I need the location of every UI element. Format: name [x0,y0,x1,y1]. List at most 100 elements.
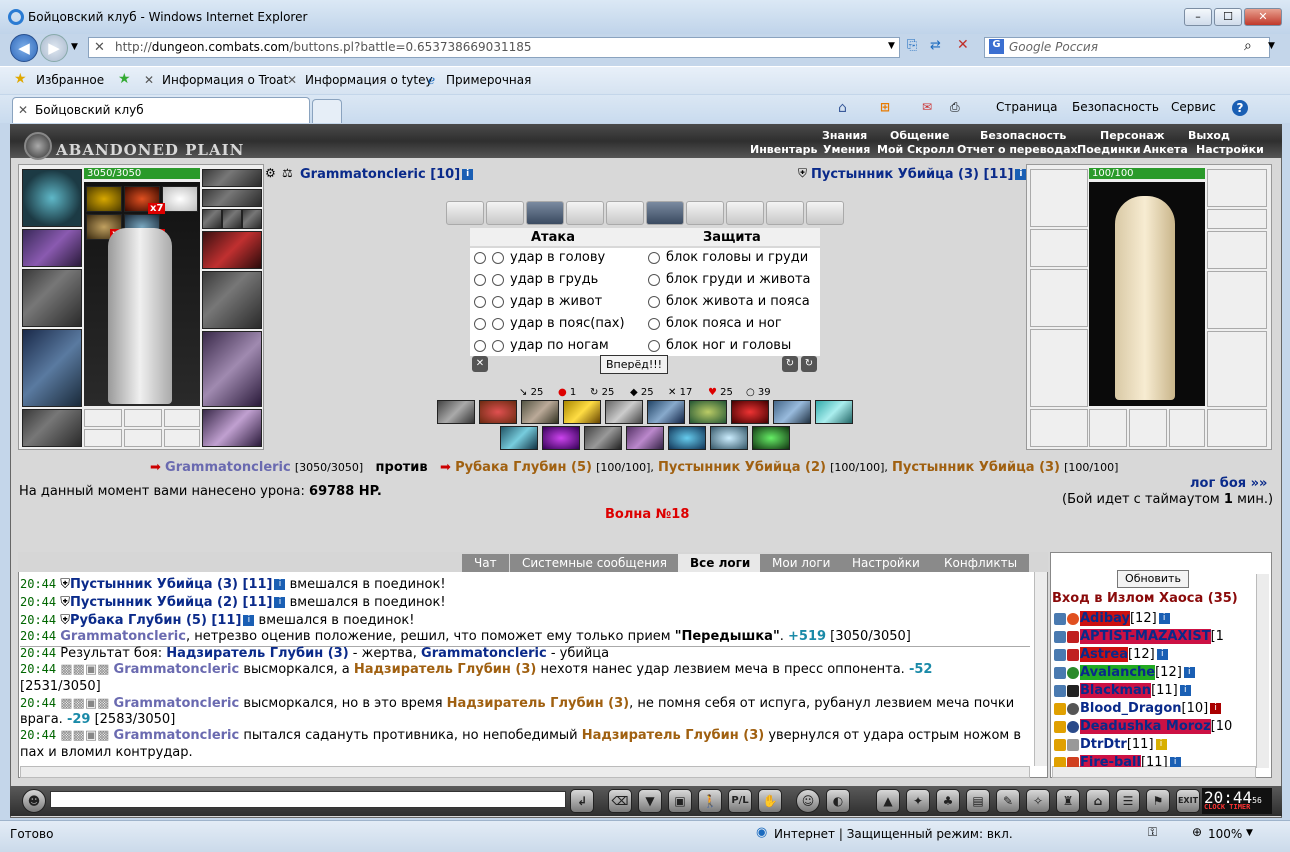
menu-profile[interactable]: Анкета [1143,143,1188,156]
ring-slot-2[interactable] [222,209,242,229]
defense-radio[interactable] [648,273,660,286]
menu-settings[interactable]: Настройки [1196,143,1264,156]
bag-icon[interactable]: ♣ [936,789,960,813]
info-icon[interactable]: i [274,579,286,590]
maximize-button[interactable]: ☐ [1214,8,1242,26]
history-dropdown-icon[interactable]: ▼ [71,42,78,52]
attack-legs-radio[interactable] [474,339,486,352]
battle-log-link[interactable]: лог боя »» [1190,476,1267,491]
gloves-slot[interactable] [202,231,262,269]
send-icon[interactable]: ↲ [570,789,594,813]
defense-head-chest-option[interactable]: блок головы и груди [648,250,808,265]
skill-icon[interactable] [500,426,538,450]
info-icon[interactable]: i [1210,703,1222,714]
skill-heart-icon[interactable] [479,400,517,424]
favorites-button[interactable]: Избранное [36,73,104,87]
log-vertical-scrollbar[interactable] [1034,572,1047,766]
user-row[interactable]: Fire-ball[11] i [1054,755,1181,767]
pet-slot[interactable] [162,186,198,212]
spell-scroll-slot-active[interactable] [526,201,564,225]
info-icon[interactable]: i [1179,685,1191,696]
spell-scroll-slot[interactable] [686,201,724,225]
zoom-icon[interactable]: ⊕ [1192,825,1202,839]
skill-icon[interactable] [437,400,475,424]
user-row[interactable]: Adibay[12] i [1054,611,1170,626]
stop-icon[interactable]: ✕ [957,37,969,53]
attack-chest-radio[interactable] [474,273,486,286]
walk-icon[interactable]: 🚶 [698,789,722,813]
refresh-button[interactable]: Обновить [1117,570,1189,588]
spell-scroll-slot-active[interactable] [646,201,684,225]
attack-waist-radio-2[interactable] [492,317,504,330]
empty-slot[interactable] [84,409,122,427]
filter-icon[interactable]: ▼ [638,789,662,813]
magic-icon[interactable]: ✦ [906,789,930,813]
player-name-link[interactable]: Grammatoncleric [10] i [300,167,474,182]
bracers-slot[interactable] [22,229,82,267]
attack-waist-option[interactable]: удар в пояс(пах) [474,316,625,331]
info-icon[interactable]: i [1156,649,1168,660]
menu-inventory[interactable]: Инвентарь [750,143,817,156]
menu-transfers[interactable]: Отчет о переводах [957,143,1078,156]
defense-belly-waist-option[interactable]: блок живота и пояса [648,294,810,309]
player-info-icon[interactable]: i [462,169,474,180]
safety-menu[interactable]: Безопасность [1072,100,1159,114]
skill-icon[interactable] [731,400,769,424]
menu-security[interactable]: Безопасность [980,129,1066,142]
spell-scroll-slot[interactable] [446,201,484,225]
attack-head-radio[interactable] [474,251,486,264]
search-input[interactable]: Google Россия [984,37,1270,58]
earring-slot[interactable] [202,169,262,187]
versus-player-name[interactable]: Grammatoncleric [165,460,291,475]
rune-slot-1[interactable] [86,186,122,212]
empty-slot[interactable] [124,429,162,447]
character-face-icon[interactable]: ☻ [22,789,46,813]
defense-waist-legs-option[interactable]: блок пояса и ног [648,316,782,331]
cancel-shield-icon[interactable]: ✕ [472,356,488,372]
invite-icon[interactable] [1054,648,1066,661]
defense-radio[interactable] [648,317,660,330]
defense-radio[interactable] [648,339,660,352]
city-icon[interactable]: ⌂ [1086,789,1110,813]
empty-slot[interactable] [164,409,200,427]
chest-icon[interactable]: ▤ [966,789,990,813]
attack-legs-option[interactable]: удар по ногам [474,338,609,353]
spell-scroll-slot[interactable] [486,201,524,225]
translit-icon[interactable]: P/L [728,789,752,813]
skill-icon[interactable] [542,426,580,450]
belt-slot[interactable] [22,409,82,447]
empty-slot[interactable] [84,429,122,447]
attack-head-option[interactable]: удар в голову [474,250,605,265]
refresh-battle-icon-2[interactable]: ↻ [801,356,817,372]
clear-icon[interactable]: ⌫ [608,789,632,813]
offhand-slot[interactable] [202,271,262,329]
tab-all-logs[interactable]: Все логи [678,554,763,572]
info-icon[interactable]: i [1158,613,1170,624]
user-row[interactable]: Blackman[11] i [1054,683,1191,698]
amulet-slot[interactable] [202,189,262,207]
chat-input[interactable] [50,791,566,808]
mail-icon[interactable]: ✉ [922,100,932,114]
opponent-name[interactable]: Пустынник Убийца (3) [892,460,1060,475]
skill-icon[interactable] [752,426,790,450]
ring-slot-3[interactable] [242,209,262,229]
invite-icon[interactable] [1054,684,1066,697]
enemy-info-icon[interactable]: i [1015,169,1027,180]
armor-slot[interactable] [22,329,82,407]
empty-slot[interactable] [124,409,162,427]
tower-icon[interactable]: ♜ [1056,789,1080,813]
menu-exit[interactable]: Выход [1188,129,1230,142]
address-dropdown-icon[interactable]: ▼ [888,41,895,51]
scroll-icon[interactable]: ✎ [996,789,1020,813]
new-tab-button[interactable] [312,99,342,123]
attack-belly-radio-2[interactable] [492,295,504,308]
user-row[interactable]: Deadushka Moroz[10 [1054,719,1232,734]
user-row[interactable]: Blood_Dragon[10] i [1054,701,1222,716]
security-zone[interactable]: Интернет | Защищенный режим: вкл. [774,827,1013,841]
hand-icon[interactable]: ✋ [758,789,782,813]
rss-icon[interactable]: ⊞ [880,100,890,114]
attack-head-radio-2[interactable] [492,251,504,264]
attack-legs-radio-2[interactable] [492,339,504,352]
info-icon[interactable]: i [1183,667,1195,678]
minimize-button[interactable]: – [1184,8,1212,26]
